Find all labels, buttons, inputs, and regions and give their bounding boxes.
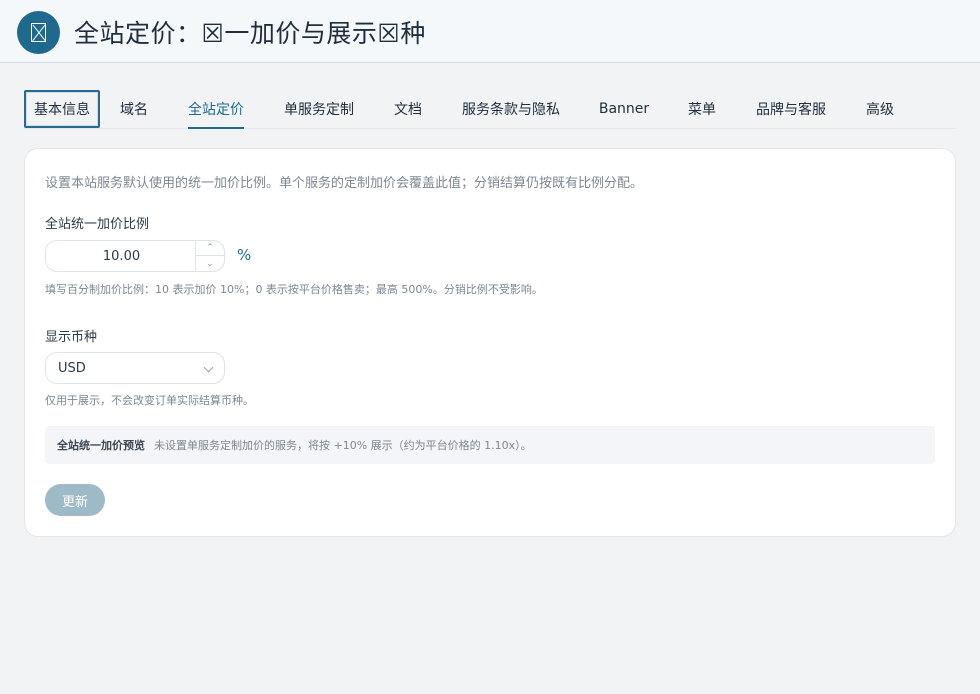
chevron-up-icon[interactable]: ⌃ (196, 241, 224, 256)
markup-stepper: ⌃ ⌄ (195, 241, 224, 271)
site-logo (17, 11, 60, 54)
tab-site-pricing[interactable]: 全站定价 (188, 90, 244, 129)
pricing-description: 设置本站服务默认使用的统一加价比例。单个服务的定制加价会覆盖此值；分销结算仍按既… (45, 176, 644, 191)
settings-tabs: 基本信息 域名 全站定价 单服务定制 文档 服务条款与隐私 Banner 菜单 … (24, 90, 956, 129)
tab-basic-info[interactable]: 基本信息 (24, 90, 100, 128)
page-header: 全站定价：☒一加价与展示☒种 (0, 0, 980, 63)
preview-title: 全站统一加价预览 (57, 439, 145, 452)
currency-value: USD (58, 360, 86, 376)
markup-input-group: ⌃ ⌄ (45, 240, 225, 272)
tab-menu[interactable]: 菜单 (688, 90, 716, 128)
markup-label: 全站统一加价比例 (45, 217, 150, 232)
page-title: 全站定价：☒一加价与展示☒种 (74, 19, 426, 48)
tab-advanced[interactable]: 高级 (866, 90, 894, 128)
update-button[interactable]: 更新 (45, 484, 105, 516)
chevron-down-icon (203, 362, 214, 373)
chevron-down-icon[interactable]: ⌄ (196, 256, 224, 271)
markup-preview: 全站统一加价预览 未设置单服务定制加价的服务，将按 +10% 展示（约为平台价格… (45, 426, 935, 464)
tab-brand-support[interactable]: 品牌与客服 (756, 90, 826, 128)
tab-domain[interactable]: 域名 (120, 90, 148, 128)
tab-banner[interactable]: Banner (599, 90, 649, 128)
currency-select[interactable]: USD (45, 352, 225, 384)
percent-unit: % (237, 246, 252, 264)
broken-image-icon (31, 23, 46, 42)
tab-docs[interactable]: 文档 (394, 90, 422, 128)
pricing-card: 设置本站服务默认使用的统一加价比例。单个服务的定制加价会覆盖此值；分销结算仍按既… (24, 148, 956, 537)
currency-hint: 仅用于展示，不会改变订单实际结算币种。 (45, 394, 254, 407)
preview-text: 未设置单服务定制加价的服务，将按 +10% 展示（约为平台价格的 1.10x）。 (154, 439, 532, 452)
markup-hint: 填写百分制加价比例：10 表示加价 10%；0 表示按平台价格售卖；最高 500… (45, 283, 543, 296)
tab-service-custom[interactable]: 单服务定制 (284, 90, 354, 128)
tab-terms-privacy[interactable]: 服务条款与隐私 (462, 90, 560, 128)
currency-label: 显示币种 (45, 330, 98, 345)
markup-input[interactable] (46, 241, 197, 271)
